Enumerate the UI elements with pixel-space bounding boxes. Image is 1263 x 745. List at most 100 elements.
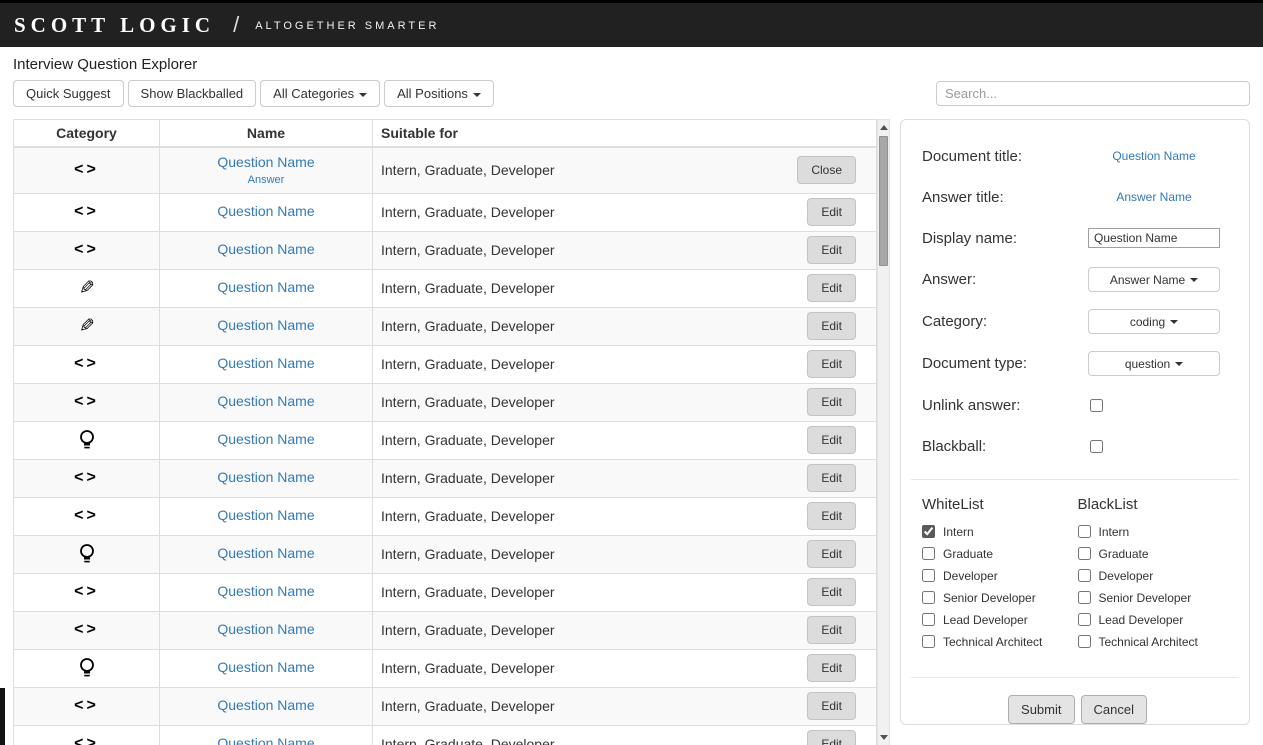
document-type-label: Document type: <box>922 355 1088 372</box>
document-type-dropdown[interactable]: question <box>1088 351 1220 376</box>
answer-link[interactable]: Answer <box>160 174 372 187</box>
quick-suggest-button[interactable]: Quick Suggest <box>13 80 124 107</box>
lightbulb-icon <box>14 543 159 565</box>
question-name-link[interactable]: Question Name <box>217 697 314 713</box>
suitable-cell: Intern, Graduate, Developer Edit <box>373 497 877 535</box>
suitable-text: Intern, Graduate, Developer <box>381 736 555 745</box>
edit-button[interactable]: Edit <box>807 388 856 416</box>
whitelist-item: Graduate <box>922 546 1078 561</box>
question-name-link[interactable]: Question Name <box>217 279 314 295</box>
code-icon: <> <box>74 393 99 410</box>
code-icon: <> <box>74 583 99 600</box>
name-cell: Question Name <box>160 193 373 231</box>
blacklist-checkbox-senior-developer[interactable] <box>1078 591 1091 604</box>
blacklist-checkbox-technical-architect[interactable] <box>1078 635 1091 648</box>
blacklist-checkbox-graduate[interactable] <box>1078 547 1091 560</box>
cancel-label: Cancel <box>1094 702 1134 717</box>
scrollbar-thumb[interactable] <box>879 136 888 266</box>
edit-button[interactable]: Edit <box>807 426 856 454</box>
table-header-row: Category Name Suitable for <box>14 120 877 148</box>
edit-button[interactable]: Edit <box>807 616 856 644</box>
blackball-checkbox[interactable] <box>1090 440 1103 453</box>
suitable-text: Intern, Graduate, Developer <box>381 204 555 220</box>
question-name-link[interactable]: Question Name <box>217 621 314 637</box>
whitelist-checkbox-developer[interactable] <box>922 569 935 582</box>
whitelist-item: Developer <box>922 568 1078 583</box>
answer-title-link[interactable]: Answer Name <box>1116 190 1191 204</box>
position-label: Developer <box>943 569 998 583</box>
suitable-text: Intern, Graduate, Developer <box>381 508 555 524</box>
question-name-link[interactable]: Question Name <box>217 507 314 523</box>
question-name-link[interactable]: Question Name <box>217 659 314 675</box>
scrollbar-up-button[interactable] <box>878 120 889 135</box>
suitable-text: Intern, Graduate, Developer <box>381 242 555 258</box>
category-dropdown[interactable]: coding <box>1088 309 1220 334</box>
table-row: <>Question NameIntern, Graduate, Develop… <box>14 193 877 231</box>
close-button[interactable]: Close <box>797 156 856 184</box>
whitelist-checkbox-senior-developer[interactable] <box>922 591 935 604</box>
quick-suggest-label: Quick Suggest <box>26 86 111 101</box>
edit-button[interactable]: Edit <box>807 274 856 302</box>
question-name-link[interactable]: Question Name <box>217 317 314 333</box>
question-name-link[interactable]: Question Name <box>217 583 314 599</box>
question-name-link[interactable]: Question Name <box>217 393 314 409</box>
suitable-cell: Intern, Graduate, DeveloperEdit <box>373 611 877 649</box>
category-cell: ✎ <box>14 307 160 345</box>
question-name-link[interactable]: Question Name <box>217 469 314 485</box>
edit-button[interactable]: Edit <box>807 578 856 606</box>
edit-button[interactable]: Edit <box>807 198 856 226</box>
pencil-icon: ✎ <box>79 315 95 338</box>
caret-down-icon <box>473 93 481 97</box>
edit-button[interactable]: Edit <box>807 654 856 682</box>
caret-down-icon <box>1170 320 1178 324</box>
unlink-answer-checkbox[interactable] <box>1090 399 1103 412</box>
question-name-link[interactable]: Question Name <box>217 431 314 447</box>
table-row: ✎Question NameIntern, Graduate, Develope… <box>14 269 877 307</box>
question-name-link[interactable]: Question Name <box>217 154 314 170</box>
blacklist-checkbox-lead-developer[interactable] <box>1078 613 1091 626</box>
show-blackballed-button[interactable]: Show Blackballed <box>128 80 257 107</box>
table-scrollbar[interactable] <box>877 119 890 745</box>
categories-dropdown[interactable]: All Categories <box>260 80 380 107</box>
edit-button[interactable]: Edit <box>807 540 856 568</box>
edit-button[interactable]: Edit <box>807 236 856 264</box>
table-row: <>Question NameIntern, Graduate, Develop… <box>14 611 877 649</box>
search-input[interactable] <box>936 81 1250 106</box>
submit-button[interactable]: Submit <box>1008 695 1074 724</box>
document-title-link[interactable]: Question Name <box>1112 149 1195 163</box>
blacklist-checkbox-intern[interactable] <box>1078 525 1091 538</box>
question-name-link[interactable]: Question Name <box>217 735 314 745</box>
edit-button[interactable]: Edit <box>807 464 856 492</box>
whitelist-checkbox-graduate[interactable] <box>922 547 935 560</box>
category-cell <box>14 421 160 459</box>
answer-dropdown[interactable]: Answer Name <box>1088 267 1220 292</box>
question-name-link[interactable]: Question Name <box>217 241 314 257</box>
category-cell: <> <box>14 147 160 193</box>
table-row: <> Question Name Intern, Graduate, Develop… <box>14 383 877 421</box>
position-label: Technical Architect <box>1099 635 1198 649</box>
position-label: Lead Developer <box>1099 613 1184 627</box>
edit-button[interactable]: Edit <box>807 350 856 378</box>
edit-button[interactable]: Edit <box>807 312 856 340</box>
whitelist-checkbox-lead-developer[interactable] <box>922 613 935 626</box>
blacklist-item: Technical Architect <box>1078 634 1234 649</box>
edit-button[interactable]: Edit <box>807 502 856 530</box>
edit-button[interactable]: Edit <box>807 730 856 745</box>
table-row: <>Question NameIntern, Graduate, Develop… <box>14 459 877 497</box>
blacklist-checkbox-developer[interactable] <box>1078 569 1091 582</box>
cancel-button[interactable]: Cancel <box>1081 695 1147 724</box>
positions-dropdown[interactable]: All Positions <box>384 80 494 107</box>
scrollbar-down-button[interactable] <box>878 730 889 745</box>
display-name-input[interactable] <box>1088 228 1220 248</box>
question-name-link[interactable]: Question Name <box>217 203 314 219</box>
edit-button[interactable]: Edit <box>807 692 856 720</box>
whitelist-checkbox-intern[interactable] <box>922 525 935 538</box>
whitelist-checkbox-technical-architect[interactable] <box>922 635 935 648</box>
page-title: Interview Question Explorer <box>13 56 1250 73</box>
question-name-link[interactable]: Question Name <box>217 545 314 561</box>
question-name-link[interactable]: Question Name <box>217 355 314 371</box>
name-cell: Question Name <box>160 497 373 535</box>
suitable-cell: Intern, Graduate, DeveloperEdit <box>373 383 877 421</box>
scrollbar-down-icon <box>880 735 888 740</box>
display-name-label: Display name: <box>922 230 1088 247</box>
